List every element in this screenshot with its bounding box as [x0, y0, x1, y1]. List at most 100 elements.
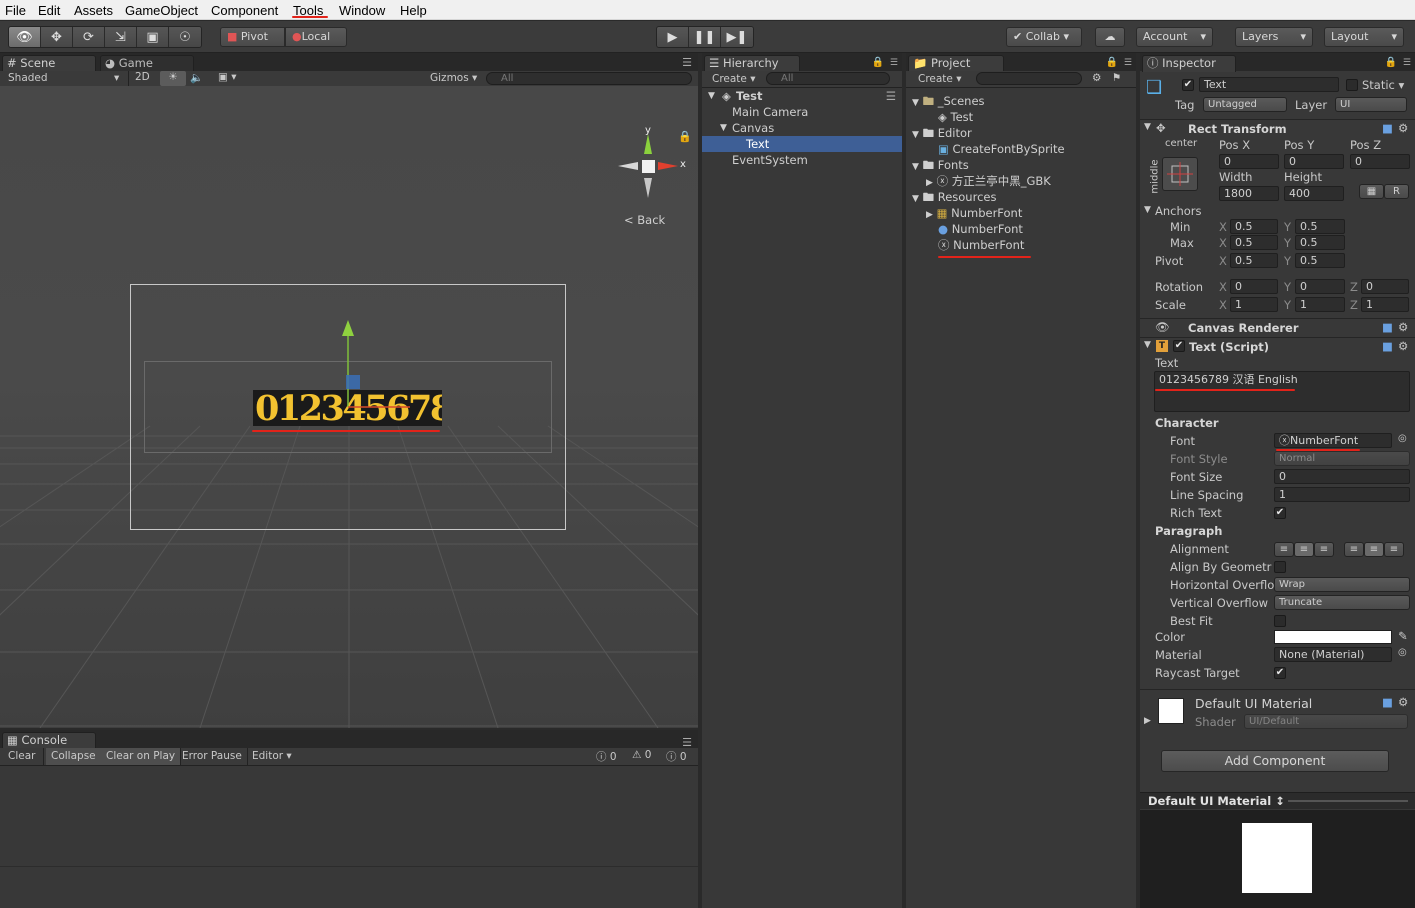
- rotation-x-field[interactable]: 0: [1230, 279, 1278, 294]
- account-button[interactable]: Account ▾: [1136, 27, 1213, 47]
- anchor-max-x-field[interactable]: 0.5: [1230, 235, 1278, 250]
- help-icon[interactable]: ■: [1382, 121, 1393, 135]
- color-swatch[interactable]: [1274, 630, 1392, 644]
- console-error-pause-button[interactable]: Error Pause: [177, 748, 248, 765]
- back-button[interactable]: < Back: [624, 213, 665, 227]
- hierarchy-create-dropdown[interactable]: Create ▾: [712, 73, 756, 85]
- scene-menu-icon[interactable]: ☰: [886, 88, 896, 104]
- anchor-presets-button[interactable]: [1162, 157, 1198, 191]
- move-gizmo[interactable]: [290, 312, 410, 432]
- audio-icon[interactable]: 🔈: [190, 71, 203, 84]
- blueprint-mode-button[interactable]: ▦: [1359, 184, 1384, 199]
- layer-dropdown[interactable]: UI: [1335, 97, 1407, 112]
- project-folder-editor[interactable]: ▼ 🖿 Editor: [912, 125, 972, 141]
- layers-button[interactable]: Layers ▾: [1235, 27, 1313, 47]
- hierarchy-item-text[interactable]: Text: [702, 136, 902, 152]
- active-checkbox[interactable]: ✔: [1182, 79, 1194, 91]
- transform-tool-icon[interactable]: ☉: [169, 27, 201, 47]
- scale-z-field[interactable]: 1: [1361, 297, 1409, 312]
- console-collapse-button[interactable]: Collapse: [46, 748, 102, 765]
- menu-file[interactable]: File: [5, 3, 26, 18]
- panel-menu-icon[interactable]: ☰: [682, 56, 692, 69]
- scene-root-row[interactable]: ▼ ◈ Test ☰: [702, 88, 902, 104]
- console-messages-toggle[interactable]: ⓘ 0: [666, 749, 687, 764]
- lock-icon[interactable]: 🔒: [678, 130, 692, 143]
- font-style-dropdown[interactable]: Normal: [1274, 451, 1410, 466]
- tag-dropdown[interactable]: Untagged: [1203, 97, 1287, 112]
- hierarchy-lock-icon[interactable]: 🔒: [872, 57, 884, 68]
- tab-inspector[interactable]: ⓘ Inspector: [1142, 55, 1236, 72]
- console-editor-dropdown[interactable]: Editor ▾: [246, 748, 298, 765]
- gizmos-dropdown[interactable]: Gizmos ▾: [430, 72, 477, 84]
- cloud-button[interactable]: ☁: [1095, 27, 1125, 47]
- object-picker-icon[interactable]: ◎: [1398, 433, 1407, 444]
- static-checkbox[interactable]: [1346, 79, 1358, 91]
- text-enabled-checkbox[interactable]: ✔: [1173, 340, 1185, 352]
- raw-edit-button[interactable]: R: [1384, 184, 1409, 199]
- align-middle-icon[interactable]: ≡: [1364, 542, 1384, 557]
- tab-hierarchy[interactable]: ☰ Hierarchy: [704, 55, 800, 72]
- project-folder-scenes[interactable]: ▼ 🖿 _Scenes: [912, 93, 985, 109]
- pivot-x-field[interactable]: 0.5: [1230, 253, 1278, 268]
- layout-button[interactable]: Layout ▾: [1324, 27, 1404, 47]
- rotation-z-field[interactable]: 0: [1361, 279, 1409, 294]
- scene-viewport[interactable]: 0123456789 y x 🔒 < Back: [0, 86, 698, 728]
- tab-game[interactable]: ◕ Game: [100, 55, 194, 72]
- hierarchy-item-main-camera[interactable]: Main Camera: [702, 104, 902, 120]
- effects-icon[interactable]: ▣ ▾: [218, 71, 237, 83]
- project-menu-icon[interactable]: ☰: [1124, 58, 1132, 68]
- raycast-target-checkbox[interactable]: ✔: [1274, 667, 1286, 679]
- line-spacing-field[interactable]: 1: [1274, 487, 1410, 502]
- project-folder-fonts[interactable]: ▼ 🖿 Fonts: [912, 157, 969, 173]
- align-geometry-checkbox[interactable]: [1274, 561, 1286, 573]
- project-item-numberfont-texture[interactable]: ▶ ▦ NumberFont: [926, 205, 1022, 221]
- width-field[interactable]: 1800: [1219, 186, 1279, 201]
- help-icon[interactable]: ■: [1382, 320, 1393, 334]
- project-search-input[interactable]: [976, 72, 1082, 85]
- anchor-min-x-field[interactable]: 0.5: [1230, 219, 1278, 234]
- menu-assets[interactable]: Assets: [74, 3, 113, 18]
- play-icon[interactable]: ▶: [657, 27, 689, 47]
- rotation-y-field[interactable]: 0: [1295, 279, 1345, 294]
- eyedropper-icon[interactable]: ✎: [1398, 629, 1408, 643]
- collab-button[interactable]: ✔ Collab ▾: [1006, 27, 1082, 47]
- pos-y-field[interactable]: 0: [1284, 154, 1344, 169]
- add-component-button[interactable]: Add Component: [1161, 750, 1389, 772]
- project-lock-icon[interactable]: 🔒: [1106, 57, 1118, 68]
- align-right-icon[interactable]: ≡: [1314, 542, 1334, 557]
- best-fit-checkbox[interactable]: [1274, 615, 1286, 627]
- menu-gameobject[interactable]: GameObject: [125, 3, 198, 18]
- pivot-y-field[interactable]: 0.5: [1295, 253, 1345, 268]
- help-icon[interactable]: ■: [1382, 339, 1393, 353]
- tab-project[interactable]: 📁 Project: [908, 55, 1004, 72]
- horizontal-overflow-dropdown[interactable]: Wrap: [1274, 577, 1410, 592]
- console-clear-button[interactable]: Clear: [0, 748, 45, 765]
- pos-x-field[interactable]: 0: [1219, 154, 1279, 169]
- font-size-field[interactable]: 0: [1274, 469, 1410, 484]
- align-top-icon[interactable]: ≡: [1344, 542, 1364, 557]
- scale-tool-icon[interactable]: ⇲: [105, 27, 137, 47]
- toggle-2d-button[interactable]: 2D: [128, 71, 156, 86]
- rect-tool-icon[interactable]: ▣: [137, 27, 169, 47]
- hierarchy-item-eventsystem[interactable]: EventSystem: [702, 152, 902, 168]
- hierarchy-search-input[interactable]: All: [766, 72, 890, 85]
- scene-search-input[interactable]: All: [486, 72, 692, 85]
- scale-x-field[interactable]: 1: [1230, 297, 1278, 312]
- rotate-tool-icon[interactable]: ⟳: [73, 27, 105, 47]
- pos-z-field[interactable]: 0: [1350, 154, 1410, 169]
- scale-y-field[interactable]: 1: [1295, 297, 1345, 312]
- help-icon[interactable]: ■: [1382, 695, 1393, 709]
- project-item-createfontbysprite[interactable]: ▣ CreateFontBySprite: [938, 141, 1065, 157]
- project-item-test-scene[interactable]: ◈ Test: [938, 109, 973, 125]
- pivot-button[interactable]: ■ Pivot: [220, 27, 285, 47]
- project-item-numberfont-font[interactable]: ⓧ NumberFont: [938, 237, 1024, 253]
- align-bottom-icon[interactable]: ≡: [1384, 542, 1404, 557]
- hand-tool-icon[interactable]: 👁: [9, 27, 41, 47]
- align-left-icon[interactable]: ≡: [1274, 542, 1294, 557]
- hierarchy-item-canvas[interactable]: ▼ Canvas: [702, 120, 902, 136]
- project-item-font-gbk[interactable]: ▶ ⓧ 方正兰亭中黑_GBK: [926, 173, 1051, 189]
- project-item-numberfont-material[interactable]: ● NumberFont: [938, 221, 1023, 237]
- project-folder-resources[interactable]: ▼ 🖿 Resources: [912, 189, 996, 205]
- console-errors-toggle[interactable]: ⓘ 0: [596, 749, 617, 764]
- step-icon[interactable]: ▶❚: [721, 27, 753, 47]
